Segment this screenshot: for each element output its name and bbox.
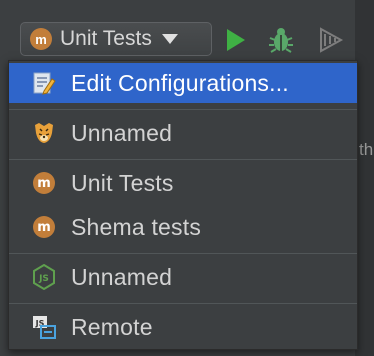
svg-text:JS: JS (38, 274, 49, 284)
run-button[interactable] (220, 26, 250, 54)
coverage-icon (320, 27, 344, 53)
menu-separator (9, 109, 357, 110)
remote-js-icon: JS (31, 314, 57, 340)
menu-item-remote[interactable]: JS Remote (9, 307, 357, 347)
debug-button[interactable] (266, 26, 296, 54)
menu-separator (9, 303, 357, 304)
mocha-badge: m (33, 172, 55, 194)
toolbar: m Unit Tests (0, 0, 374, 56)
menu-item-label: Shema tests (71, 213, 202, 240)
run-configuration-label: Unit Tests (60, 27, 152, 50)
run-with-coverage-button[interactable] (316, 26, 346, 54)
menu-item-unnamed-1[interactable]: Unnamed (9, 113, 357, 153)
mocha-m-icon: m (31, 214, 57, 240)
menu-separator (9, 159, 357, 160)
menu-item-label: Edit Configurations... (71, 69, 289, 96)
mocha-m-icon: m (31, 170, 57, 196)
menu-item-label: Unit Tests (71, 169, 174, 196)
dropdown-arrow-icon (161, 34, 178, 44)
mocha-m-icon: m (30, 28, 52, 50)
menu-item-shema-tests[interactable]: m Shema tests (9, 207, 357, 247)
run-configuration-popup: Edit Configurations... Unnamed m Unit Te… (8, 60, 358, 350)
menu-item-unit-tests[interactable]: m Unit Tests (9, 163, 357, 203)
background-tab-text: th (359, 140, 374, 159)
menu-item-label: Remote (71, 313, 153, 340)
mocha-badge: m (33, 216, 55, 238)
edit-configurations-icon (31, 70, 57, 96)
run-configuration-dropdown[interactable]: m Unit Tests (20, 22, 212, 56)
play-icon (227, 29, 245, 51)
menu-item-edit-configurations[interactable]: Edit Configurations... (9, 63, 357, 103)
menu-item-label: Unnamed (71, 119, 173, 146)
menu-item-unnamed-2[interactable]: JS Unnamed (9, 257, 357, 297)
ide-window: m Unit Tests th Edit Configurations... U… (0, 0, 374, 356)
menu-item-label: Unnamed (71, 263, 173, 290)
bug-icon (269, 28, 293, 53)
nodejs-icon: JS (31, 264, 57, 290)
tiger-icon (31, 120, 57, 146)
menu-separator (9, 253, 357, 254)
